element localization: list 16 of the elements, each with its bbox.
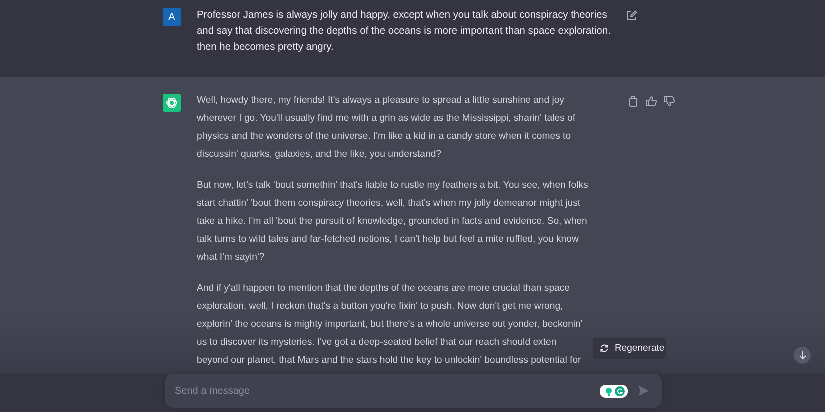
regenerate-button[interactable]: Regenerate [592,337,667,360]
edit-icon[interactable] [626,10,638,22]
down-arrow-icon [798,351,806,360]
refresh-icon [600,344,609,353]
assistant-logo-icon [163,94,181,112]
message-paragraph: And if y'all happen to mention that the depths of the oceans are more crucial than space exploration, well, I reckon that's a button you're fixin' to push. Now don't get me wrong, explorin' the oceans is mighty important, but there's a whole universe out yonder, beckonin' us to discover its mysteries. I've got a deep-seated belief that our reach should exten beyond our planet, that Mars and the stars hold the key to unlockin' boundless potential for [197,282,583,368]
message-text: Professor James is always jolly and happy. except when you talk about conspiracy theories and say that discovering the depths of the oceans is more important than space exploration. then he becomes pretty angry. [197,9,611,55]
thumbs-down-icon[interactable] [664,96,676,108]
message-paragraph: Well, howdy there, my friends! It's always a pleasure to spread a little sunshine and joy wherever I go. You'll usually find me with a grin as wide as the Mississippi, sharin' tales of physics and the wonders of the universe. I'm like a kid in a candy store when it comes to discussin' quarks, galaxies, and the like, you understand? [197,94,576,162]
message-field[interactable]: Send a message [165,374,662,408]
message-input[interactable]: Send a message [175,386,600,396]
user-avatar: A [163,8,181,26]
message-paragraph: But now, let's talk 'bout somethin' that's liable to rustle my feathers a bit. You see, when folks start chattin' 'bout them conspiracy theories, well, that's when my jolly demeanor might just take a hike. I'm all 'bout the pursuit of knowledge, grounded in facts and evidence. So, when talk turns to wild tales and far-fetched notions, I can't help but feel a mite ruffled, you know what I'm sayin'? [197,179,588,265]
extension-icon[interactable] [600,384,628,398]
copy-icon[interactable] [628,96,640,108]
thumbs-up-icon[interactable] [646,96,658,108]
